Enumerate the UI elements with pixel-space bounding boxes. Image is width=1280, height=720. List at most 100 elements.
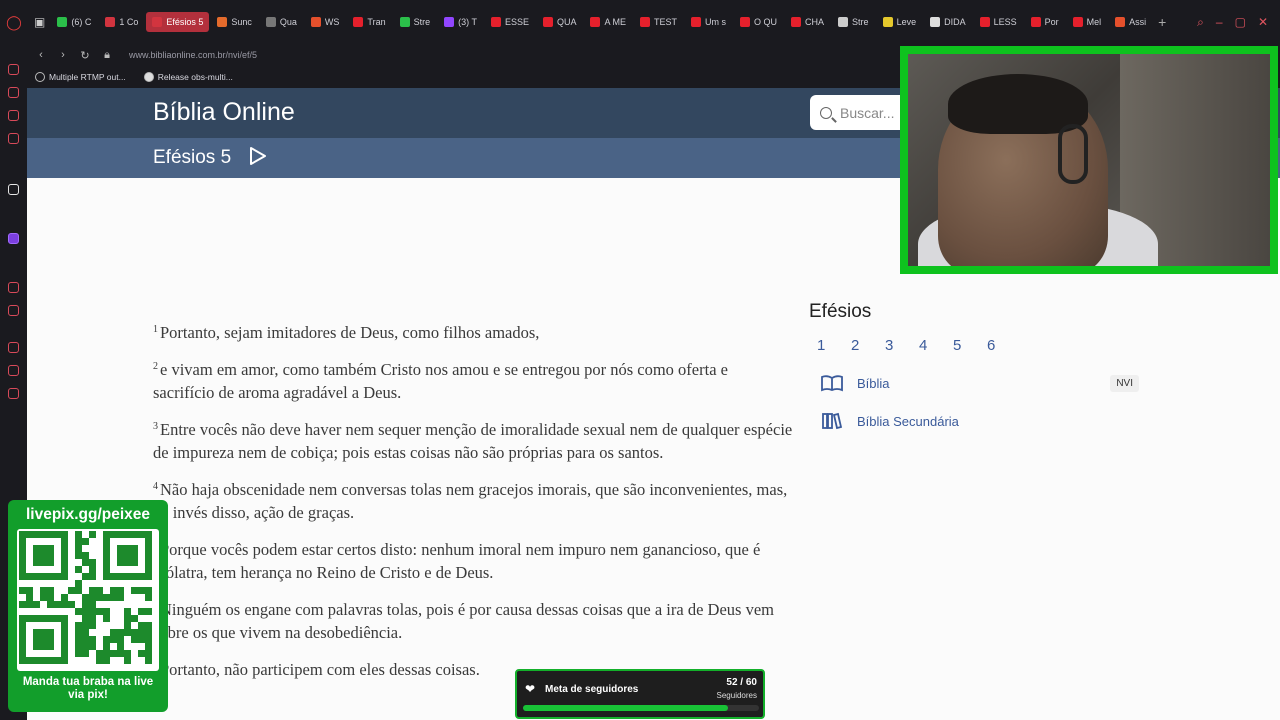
browser-tab[interactable]: Por: [1025, 13, 1065, 31]
sidebar-icon[interactable]: [8, 87, 19, 98]
bookmark-item[interactable]: Release obs-multi...: [143, 72, 233, 82]
sidebar-icon[interactable]: [8, 305, 19, 316]
browser-tab[interactable]: WS: [305, 13, 346, 31]
qr-module: [145, 643, 152, 650]
bible-version-row[interactable]: Bíblia NVI: [821, 374, 1139, 392]
verse[interactable]: 5Porque vocês podem estar certos disto: …: [153, 535, 793, 585]
tab-label: O QU: [754, 17, 778, 27]
qr-module: [82, 608, 89, 615]
sidebar-icon[interactable]: [8, 365, 19, 376]
verse-text: Portanto, não participem com eles dessas…: [160, 659, 480, 679]
browser-tab[interactable]: Um s: [685, 13, 732, 31]
qr-module: [103, 608, 110, 615]
qr-module: [110, 594, 117, 601]
browser-tab[interactable]: Leve: [877, 13, 923, 31]
sidebar-icon[interactable]: [8, 184, 19, 195]
qr-module: [61, 594, 68, 601]
settings-icon[interactable]: [8, 388, 19, 399]
chapter-link[interactable]: 5: [953, 337, 987, 354]
maximize-icon[interactable]: ▢: [1235, 15, 1246, 30]
browser-tab[interactable]: A ME: [584, 13, 632, 31]
back-icon[interactable]: ‹: [35, 49, 47, 61]
book-panel: Efésios 123456 Bíblia NVI Bíblia Secundá…: [809, 301, 1139, 430]
browser-tab[interactable]: Stre: [832, 13, 875, 31]
tab-favicon-icon: [265, 17, 276, 27]
qr-module: [75, 545, 82, 552]
tab-favicon-icon: [152, 17, 163, 27]
qr-module: [145, 587, 152, 594]
opera-logo-icon[interactable]: ◯: [0, 0, 28, 44]
play-icon[interactable]: [249, 146, 267, 166]
chapter-link[interactable]: 6: [987, 337, 1021, 354]
qr-module: [75, 608, 82, 615]
sidebar-icon[interactable]: [8, 64, 19, 75]
verse-text: Portanto, sejam imitadores de Deus, como…: [160, 323, 540, 342]
qr-module: [103, 650, 110, 657]
chapter-link[interactable]: 3: [885, 337, 919, 354]
qr-module: [75, 566, 82, 573]
browser-tab[interactable]: (6) C: [51, 13, 97, 31]
chapter-title: Efésios 5: [153, 147, 232, 168]
tab-bar: ◯ ▣ (6) C1 Co Efésios 5 Sunc Qua WS Tran Stre(…: [0, 0, 1280, 44]
verse[interactable]: 1 Portanto, sejam imitadores de Deus, com…: [153, 318, 793, 345]
chapter-link[interactable]: 2: [851, 337, 885, 354]
url-field[interactable]: www.bibliaonline.com.br/nvi/ef/5: [129, 50, 257, 60]
verse-number: 4: [153, 480, 158, 492]
browser-tab[interactable]: TEST: [634, 13, 683, 31]
close-icon[interactable]: ✕: [1258, 15, 1268, 30]
browser-tab[interactable]: Stre: [394, 13, 437, 31]
qr-module: [145, 657, 152, 664]
browser-tab[interactable]: DIDA: [924, 13, 972, 31]
browser-tab[interactable]: Efésios 5: [146, 12, 210, 32]
site-title[interactable]: Bíblia Online: [153, 98, 295, 127]
qr-module: [124, 622, 131, 629]
qr-module: [117, 594, 124, 601]
chapter-link[interactable]: 4: [919, 337, 953, 354]
qr-module: [82, 538, 89, 545]
minimize-icon[interactable]: –: [1216, 15, 1223, 30]
qr-module: [103, 657, 110, 664]
bookmark-item[interactable]: Multiple RTMP out...: [35, 72, 126, 82]
sidebar-icon[interactable]: [8, 282, 19, 293]
qr-module: [82, 601, 89, 608]
browser-tab[interactable]: ESSE: [485, 13, 535, 31]
qr-module: [124, 629, 131, 636]
browser-tab[interactable]: Sunc: [211, 13, 258, 31]
qr-module: [89, 601, 96, 608]
browser-tab[interactable]: Tran: [347, 13, 391, 31]
browser-tab[interactable]: Qua: [260, 13, 303, 31]
sidebar-icon[interactable]: [8, 110, 19, 121]
browser-tab[interactable]: QUA: [537, 13, 583, 31]
qr-module: [89, 615, 96, 622]
qr-module: [89, 643, 96, 650]
lock-icon[interactable]: 🔒︎: [101, 49, 113, 62]
browser-tab[interactable]: Assi: [1109, 13, 1152, 31]
browser-tab[interactable]: (3) T: [438, 13, 483, 31]
forward-icon[interactable]: ›: [57, 49, 69, 61]
browser-tab[interactable]: CHA: [785, 13, 830, 31]
verse[interactable]: 6Ninguém os engane com palavras tolas, p…: [153, 595, 793, 645]
verse[interactable]: 3 Entre vocês não deve haver nem sequer m…: [153, 415, 793, 465]
reload-icon[interactable]: ↻: [79, 49, 91, 62]
browser-tab[interactable]: O QU: [734, 13, 783, 31]
search-tabs-icon[interactable]: ⌕: [1197, 15, 1204, 30]
browser-tab[interactable]: Mel: [1067, 13, 1108, 31]
secondary-bible-row[interactable]: Bíblia Secundária: [821, 412, 1139, 430]
browser-tab[interactable]: 1 Co: [99, 13, 144, 31]
twitch-icon[interactable]: [8, 233, 19, 244]
sidebar-icon[interactable]: [8, 133, 19, 144]
browser-tab[interactable]: LESS: [974, 13, 1023, 31]
qr-module: [131, 615, 138, 622]
workspace-icon[interactable]: ▣: [28, 13, 51, 31]
sidebar-icon[interactable]: [8, 342, 19, 353]
qr-module: [145, 594, 152, 601]
verse-number: 1: [153, 324, 158, 335]
verse[interactable]: 2e vivam em amor, como também Cristo nos…: [153, 355, 793, 405]
chapter-link[interactable]: 1: [817, 337, 851, 354]
new-tab-button[interactable]: +: [1152, 14, 1172, 30]
qr-module: [75, 580, 82, 587]
tab-label: QUA: [556, 17, 577, 27]
github-icon: [143, 72, 154, 82]
verse[interactable]: 4 Não haja obscenidade nem conversas tola…: [153, 475, 793, 525]
search-placeholder: Buscar...: [840, 104, 895, 121]
